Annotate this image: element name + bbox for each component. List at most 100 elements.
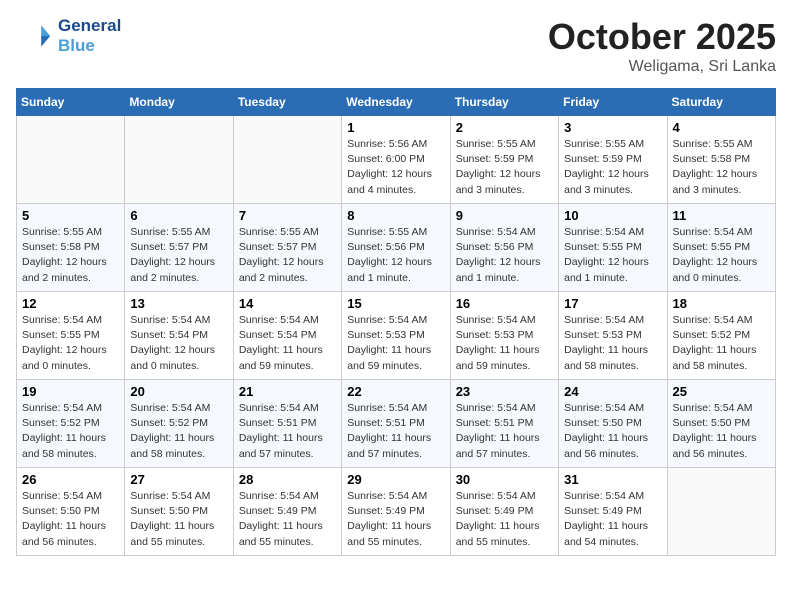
- calendar-cell: 11 Sunrise: 5:54 AMSunset: 5:55 PMDayligh…: [667, 204, 775, 292]
- calendar-cell: 3 Sunrise: 5:55 AMSunset: 5:59 PMDaylight…: [559, 116, 667, 204]
- weekday-header-monday: Monday: [125, 89, 233, 116]
- weekday-header-saturday: Saturday: [667, 89, 775, 116]
- calendar-cell: 20 Sunrise: 5:54 AMSunset: 5:52 PMDayligh…: [125, 380, 233, 468]
- calendar-cell: [125, 116, 233, 204]
- day-number: 29: [347, 472, 444, 487]
- logo: General Blue: [16, 16, 121, 57]
- day-info: Sunrise: 5:55 AMSunset: 5:57 PMDaylight:…: [239, 225, 336, 286]
- calendar-cell: 15Sunrise: 5:54 AMSunset: 5:53 PMDayligh…: [342, 292, 450, 380]
- calendar-cell: 10 Sunrise: 5:54 AMSunset: 5:55 PMDayligh…: [559, 204, 667, 292]
- day-info: Sunrise: 5:54 AMSunset: 5:52 PMDaylight:…: [130, 401, 227, 462]
- day-info: Sunrise: 5:56 AMSunset: 6:00 PMDaylight:…: [347, 137, 444, 198]
- calendar-cell: [667, 468, 775, 556]
- day-info: Sunrise: 5:55 AMSunset: 5:56 PMDaylight:…: [347, 225, 444, 286]
- day-number: 20: [130, 384, 227, 399]
- calendar-cell: [233, 116, 341, 204]
- day-info: Sunrise: 5:54 AMSunset: 5:55 PMDaylight:…: [673, 225, 770, 286]
- weekday-header-thursday: Thursday: [450, 89, 558, 116]
- day-info: Sunrise: 5:54 AMSunset: 5:56 PMDaylight:…: [456, 225, 553, 286]
- day-number: 21: [239, 384, 336, 399]
- calendar-table: SundayMondayTuesdayWednesdayThursdayFrid…: [16, 88, 776, 556]
- day-info: Sunrise: 5:54 AMSunset: 5:55 PMDaylight:…: [564, 225, 661, 286]
- day-number: 8: [347, 208, 444, 223]
- calendar-cell: 6Sunrise: 5:55 AMSunset: 5:57 PMDaylight…: [125, 204, 233, 292]
- day-number: 6: [130, 208, 227, 223]
- day-info: Sunrise: 5:55 AMSunset: 5:58 PMDaylight:…: [673, 137, 770, 198]
- calendar-cell: 21 Sunrise: 5:54 AMSunset: 5:51 PMDayligh…: [233, 380, 341, 468]
- calendar-week-4: 19 Sunrise: 5:54 AMSunset: 5:52 PMDayligh…: [17, 380, 776, 468]
- weekday-header-wednesday: Wednesday: [342, 89, 450, 116]
- day-number: 30: [456, 472, 553, 487]
- calendar-cell: 13Sunrise: 5:54 AMSunset: 5:54 PMDayligh…: [125, 292, 233, 380]
- title-block: October 2025 Weligama, Sri Lanka: [548, 16, 776, 76]
- logo-icon: [16, 18, 52, 54]
- calendar-cell: 5Sunrise: 5:55 AMSunset: 5:58 PMDaylight…: [17, 204, 125, 292]
- day-number: 18: [673, 296, 770, 311]
- day-number: 26: [22, 472, 119, 487]
- day-info: Sunrise: 5:54 AMSunset: 5:53 PMDaylight:…: [456, 313, 553, 374]
- day-info: Sunrise: 5:55 AMSunset: 5:59 PMDaylight:…: [456, 137, 553, 198]
- day-number: 11: [673, 208, 770, 223]
- day-number: 25: [673, 384, 770, 399]
- calendar-cell: 22 Sunrise: 5:54 AMSunset: 5:51 PMDayligh…: [342, 380, 450, 468]
- calendar-cell: 25 Sunrise: 5:54 AMSunset: 5:50 PMDayligh…: [667, 380, 775, 468]
- calendar-cell: 30 Sunrise: 5:54 AMSunset: 5:49 PMDayligh…: [450, 468, 558, 556]
- calendar-cell: 31Sunrise: 5:54 AMSunset: 5:49 PMDayligh…: [559, 468, 667, 556]
- calendar-cell: 16 Sunrise: 5:54 AMSunset: 5:53 PMDayligh…: [450, 292, 558, 380]
- day-info: Sunrise: 5:54 AMSunset: 5:51 PMDaylight:…: [239, 401, 336, 462]
- calendar-cell: 12 Sunrise: 5:54 AMSunset: 5:55 PMDayligh…: [17, 292, 125, 380]
- day-number: 15: [347, 296, 444, 311]
- day-info: Sunrise: 5:55 AMSunset: 5:59 PMDaylight:…: [564, 137, 661, 198]
- day-info: Sunrise: 5:54 AMSunset: 5:54 PMDaylight:…: [239, 313, 336, 374]
- day-number: 7: [239, 208, 336, 223]
- day-number: 10: [564, 208, 661, 223]
- weekday-header-sunday: Sunday: [17, 89, 125, 116]
- day-info: Sunrise: 5:54 AMSunset: 5:50 PMDaylight:…: [673, 401, 770, 462]
- calendar-cell: 29 Sunrise: 5:54 AMSunset: 5:49 PMDayligh…: [342, 468, 450, 556]
- month-title: October 2025: [548, 16, 776, 58]
- day-number: 12: [22, 296, 119, 311]
- day-info: Sunrise: 5:54 AMSunset: 5:51 PMDaylight:…: [347, 401, 444, 462]
- day-info: Sunrise: 5:54 AMSunset: 5:52 PMDaylight:…: [22, 401, 119, 462]
- calendar-cell: [17, 116, 125, 204]
- day-number: 4: [673, 120, 770, 135]
- calendar-header-row: SundayMondayTuesdayWednesdayThursdayFrid…: [17, 89, 776, 116]
- day-number: 3: [564, 120, 661, 135]
- calendar-cell: 8 Sunrise: 5:55 AMSunset: 5:56 PMDaylight…: [342, 204, 450, 292]
- day-number: 19: [22, 384, 119, 399]
- calendar-cell: 2Sunrise: 5:55 AMSunset: 5:59 PMDaylight…: [450, 116, 558, 204]
- calendar-cell: 28 Sunrise: 5:54 AMSunset: 5:49 PMDayligh…: [233, 468, 341, 556]
- day-number: 1: [347, 120, 444, 135]
- day-number: 23: [456, 384, 553, 399]
- day-number: 28: [239, 472, 336, 487]
- day-info: Sunrise: 5:54 AMSunset: 5:52 PMDaylight:…: [673, 313, 770, 374]
- calendar-cell: 23Sunrise: 5:54 AMSunset: 5:51 PMDayligh…: [450, 380, 558, 468]
- day-number: 9: [456, 208, 553, 223]
- location: Weligama, Sri Lanka: [548, 58, 776, 76]
- day-info: Sunrise: 5:54 AMSunset: 5:49 PMDaylight:…: [239, 489, 336, 550]
- day-info: Sunrise: 5:54 AMSunset: 5:50 PMDaylight:…: [22, 489, 119, 550]
- day-number: 24: [564, 384, 661, 399]
- calendar-cell: 1 Sunrise: 5:56 AMSunset: 6:00 PMDaylight…: [342, 116, 450, 204]
- day-info: Sunrise: 5:54 AMSunset: 5:50 PMDaylight:…: [564, 401, 661, 462]
- calendar-cell: 18 Sunrise: 5:54 AMSunset: 5:52 PMDayligh…: [667, 292, 775, 380]
- calendar-week-2: 5Sunrise: 5:55 AMSunset: 5:58 PMDaylight…: [17, 204, 776, 292]
- calendar-cell: 17Sunrise: 5:54 AMSunset: 5:53 PMDayligh…: [559, 292, 667, 380]
- day-number: 22: [347, 384, 444, 399]
- calendar-week-3: 12 Sunrise: 5:54 AMSunset: 5:55 PMDayligh…: [17, 292, 776, 380]
- calendar-week-1: 1 Sunrise: 5:56 AMSunset: 6:00 PMDaylight…: [17, 116, 776, 204]
- calendar-cell: 27Sunrise: 5:54 AMSunset: 5:50 PMDayligh…: [125, 468, 233, 556]
- day-info: Sunrise: 5:54 AMSunset: 5:49 PMDaylight:…: [456, 489, 553, 550]
- logo-text: General Blue: [58, 16, 121, 57]
- calendar-cell: 9 Sunrise: 5:54 AMSunset: 5:56 PMDaylight…: [450, 204, 558, 292]
- day-info: Sunrise: 5:54 AMSunset: 5:49 PMDaylight:…: [347, 489, 444, 550]
- day-info: Sunrise: 5:54 AMSunset: 5:53 PMDaylight:…: [564, 313, 661, 374]
- weekday-header-tuesday: Tuesday: [233, 89, 341, 116]
- day-info: Sunrise: 5:54 AMSunset: 5:50 PMDaylight:…: [130, 489, 227, 550]
- day-number: 16: [456, 296, 553, 311]
- calendar-week-5: 26 Sunrise: 5:54 AMSunset: 5:50 PMDayligh…: [17, 468, 776, 556]
- page-header: General Blue October 2025 Weligama, Sri …: [16, 16, 776, 76]
- day-number: 14: [239, 296, 336, 311]
- day-info: Sunrise: 5:54 AMSunset: 5:55 PMDaylight:…: [22, 313, 119, 374]
- calendar-cell: 14 Sunrise: 5:54 AMSunset: 5:54 PMDayligh…: [233, 292, 341, 380]
